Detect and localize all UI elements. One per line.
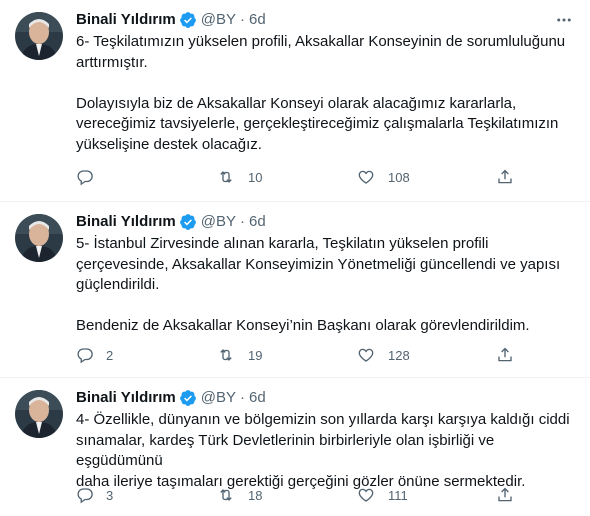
separator-dot: · [240, 213, 245, 230]
tweet-actions: 2 19 128 [76, 345, 516, 365]
share-button[interactable] [496, 345, 516, 365]
avatar[interactable] [15, 12, 63, 60]
share-icon [498, 347, 512, 362]
reply-count: 2 [106, 347, 114, 363]
reply-icon [77, 348, 93, 364]
more-dots-icon[interactable] [554, 10, 574, 30]
tweet[interactable]: Binali Yıldırım @BY · 6d 5- İstanbul Zir… [0, 202, 590, 378]
retweet-button[interactable]: 18 [216, 485, 316, 505]
tweet-text: 5- İstanbul Zirvesinde alınan kararla, T… [76, 235, 561, 334]
share-button[interactable] [496, 167, 516, 187]
retweet-count: 10 [248, 169, 263, 185]
reply-button[interactable]: 3 [76, 485, 176, 505]
share-icon [498, 487, 512, 502]
share-button[interactable] [496, 485, 516, 505]
tweet-header: Binali Yıldırım @BY · 6d [76, 212, 574, 232]
separator-dot: · [240, 389, 245, 406]
avatar-image [15, 390, 63, 438]
retweet-button[interactable]: 10 [216, 167, 316, 187]
retweet-icon [220, 489, 232, 501]
tweet-text: 4- Özellikle, dünyanın ve bölgemizin son… [76, 411, 570, 490]
timestamp[interactable]: 6d [249, 10, 266, 30]
share-icon [498, 169, 512, 184]
verified-badge-icon [179, 389, 197, 407]
avatar-image [15, 12, 63, 60]
like-count: 111 [388, 487, 408, 503]
retweet-button[interactable]: 19 [216, 345, 316, 365]
reply-button[interactable] [76, 167, 176, 187]
avatar[interactable] [15, 390, 63, 438]
author-handle[interactable]: @BY [201, 212, 236, 232]
reply-icon [77, 488, 93, 504]
like-count: 128 [388, 347, 410, 363]
reply-count: 3 [106, 487, 114, 503]
reply-button[interactable]: 2 [76, 345, 176, 365]
tweet-actions: 3 18 111 [76, 485, 516, 505]
tweet[interactable]: Binali Yıldırım @BY · 6d 4- Özellikle, d… [0, 378, 590, 516]
tweet[interactable]: Binali Yıldırım @BY · 6d 6- Teşkilatımız… [0, 0, 590, 202]
author-handle[interactable]: @BY [201, 10, 236, 30]
like-button[interactable]: 111 [356, 485, 456, 505]
reply-icon [77, 170, 93, 186]
tweet-actions: 10 108 [76, 167, 516, 187]
retweet-icon [220, 171, 232, 183]
tweet-feed: Binali Yıldırım @BY · 6d 6- Teşkilatımız… [0, 0, 590, 516]
author-name[interactable]: Binali Yıldırım [76, 10, 176, 30]
retweet-icon [220, 349, 232, 361]
author-name[interactable]: Binali Yıldırım [76, 388, 176, 408]
verified-badge-icon [179, 213, 197, 231]
like-count: 108 [388, 169, 410, 185]
author-name[interactable]: Binali Yıldırım [76, 212, 176, 232]
tweet-text: 6- Teşkilatımızın yükselen profili, Aksa… [76, 33, 566, 153]
heart-icon [358, 488, 374, 502]
tweet-header: Binali Yıldırım @BY · 6d [76, 388, 574, 408]
heart-icon [358, 170, 374, 184]
timestamp[interactable]: 6d [249, 212, 266, 232]
separator-dot: · [240, 11, 245, 28]
like-button[interactable]: 128 [356, 345, 456, 365]
tweet-header: Binali Yıldırım @BY · 6d [76, 10, 574, 30]
retweet-count: 19 [248, 347, 263, 363]
avatar[interactable] [15, 214, 63, 262]
timestamp[interactable]: 6d [249, 388, 266, 408]
verified-badge-icon [179, 11, 197, 29]
retweet-count: 18 [248, 487, 263, 503]
author-handle[interactable]: @BY [201, 388, 236, 408]
heart-icon [358, 348, 374, 362]
avatar-image [15, 214, 63, 262]
like-button[interactable]: 108 [356, 167, 456, 187]
